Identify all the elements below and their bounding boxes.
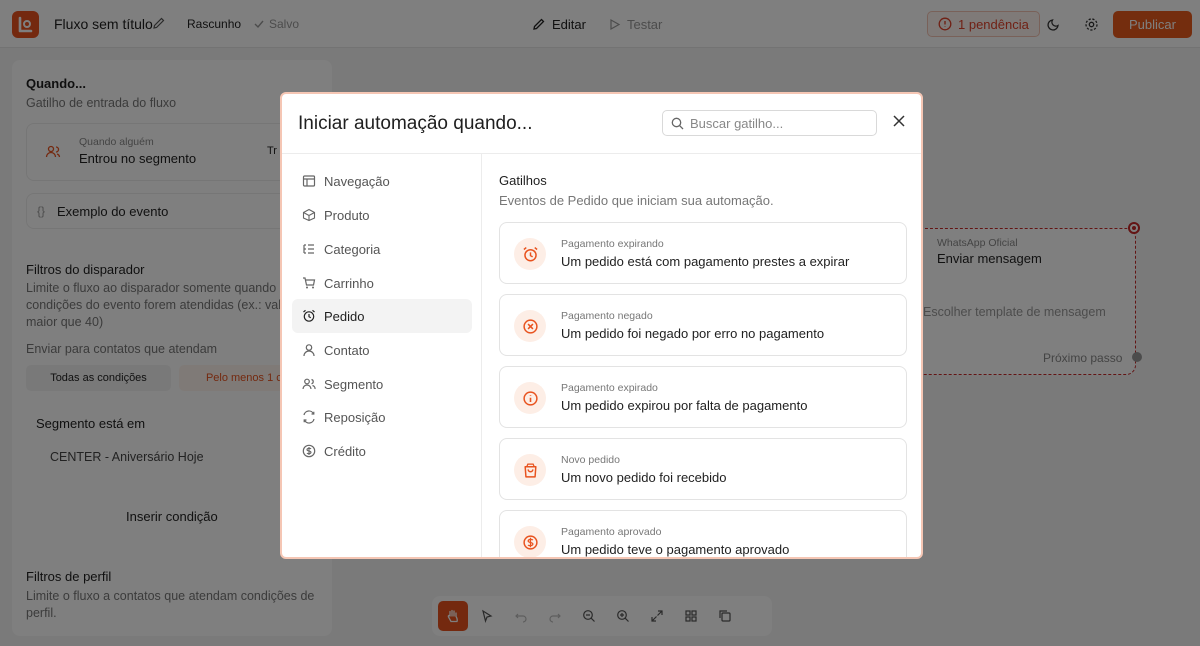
- list-icon: [303, 244, 314, 254]
- users-icon: [302, 378, 316, 390]
- trigger-label: Pagamento negado: [561, 310, 653, 322]
- trigger-list-panel: Gatilhos Eventos de Pedido que iniciam s…: [483, 154, 921, 557]
- trigger-description: Um pedido expirou por falta de pagamento: [561, 398, 808, 413]
- shopping-bag-icon: [514, 454, 546, 486]
- trigger-description: Um pedido foi negado por erro no pagamen…: [561, 326, 825, 341]
- sidebar-item-navegacao[interactable]: Navegação: [292, 164, 472, 198]
- trigger-description: Um pedido teve o pagamento aprovado: [561, 542, 790, 557]
- package-icon: [302, 208, 316, 222]
- category-sidebar: Navegação Produto Categoria Carrinho Ped…: [282, 154, 482, 557]
- sidebar-item-label: Produto: [324, 207, 370, 223]
- user-icon: [303, 344, 315, 357]
- trigger-option-pagamento-expirando[interactable]: Pagamento expirando Um pedido está com p…: [499, 222, 907, 284]
- close-button[interactable]: [890, 112, 908, 130]
- trigger-description: Um pedido está com pagamento prestes a e…: [561, 254, 850, 269]
- sidebar-item-pedido[interactable]: Pedido: [292, 299, 472, 333]
- sidebar-item-label: Reposição: [324, 409, 386, 425]
- sidebar-item-label: Segmento: [324, 376, 384, 392]
- sidebar-item-contato[interactable]: Contato: [292, 333, 472, 367]
- trigger-label: Pagamento expirando: [561, 238, 664, 250]
- search-input[interactable]: [690, 115, 870, 131]
- sidebar-item-carrinho[interactable]: Carrinho: [292, 266, 472, 300]
- alarm-icon: [303, 309, 315, 322]
- sidebar-item-reposicao[interactable]: Reposição: [292, 400, 472, 434]
- trigger-search: [662, 110, 877, 136]
- trigger-option-novo-pedido[interactable]: Novo pedido Um novo pedido foi recebido: [499, 438, 907, 500]
- sidebar-item-segmento[interactable]: Segmento: [292, 367, 472, 401]
- trigger-label: Pagamento aprovado: [561, 526, 662, 538]
- sidebar-item-credito[interactable]: Crédito: [292, 434, 472, 468]
- sidebar-item-label: Carrinho: [324, 275, 374, 291]
- cart-icon: [303, 277, 316, 289]
- alarm-clock-icon: [514, 238, 546, 270]
- trigger-label: Pagamento expirado: [561, 382, 658, 394]
- trigger-option-pagamento-negado[interactable]: Pagamento negado Um pedido foi negado po…: [499, 294, 907, 356]
- trigger-picker-modal: Iniciar automação quando... Navegação Pr…: [280, 92, 923, 559]
- dollar-circle-icon: [514, 526, 546, 557]
- trigger-label: Novo pedido: [561, 454, 620, 466]
- sidebar-item-label: Contato: [324, 342, 370, 358]
- triggers-heading: Gatilhos: [499, 173, 547, 188]
- sidebar-item-label: Categoria: [324, 241, 381, 257]
- dollar-icon: [302, 444, 316, 458]
- sidebar-item-categoria[interactable]: Categoria: [292, 232, 472, 266]
- sidebar-item-label: Crédito: [324, 443, 366, 459]
- modal-title: Iniciar automação quando...: [298, 113, 533, 134]
- x-circle-icon: [514, 310, 546, 342]
- sidebar-item-label: Navegação: [324, 173, 390, 189]
- search-icon: [671, 117, 684, 129]
- sidebar-item-produto[interactable]: Produto: [292, 198, 472, 232]
- trigger-option-pagamento-expirado[interactable]: Pagamento expirado Um pedido expirou por…: [499, 366, 907, 428]
- trigger-option-pagamento-aprovado[interactable]: Pagamento aprovado Um pedido teve o paga…: [499, 510, 907, 557]
- info-icon: [514, 382, 546, 414]
- trigger-description: Um novo pedido foi recebido: [561, 470, 727, 485]
- refresh-icon: [303, 410, 315, 424]
- layout-icon: [302, 175, 316, 187]
- triggers-subheading: Eventos de Pedido que iniciam sua automa…: [499, 193, 774, 208]
- close-icon: [893, 115, 905, 127]
- sidebar-item-label: Pedido: [324, 308, 365, 324]
